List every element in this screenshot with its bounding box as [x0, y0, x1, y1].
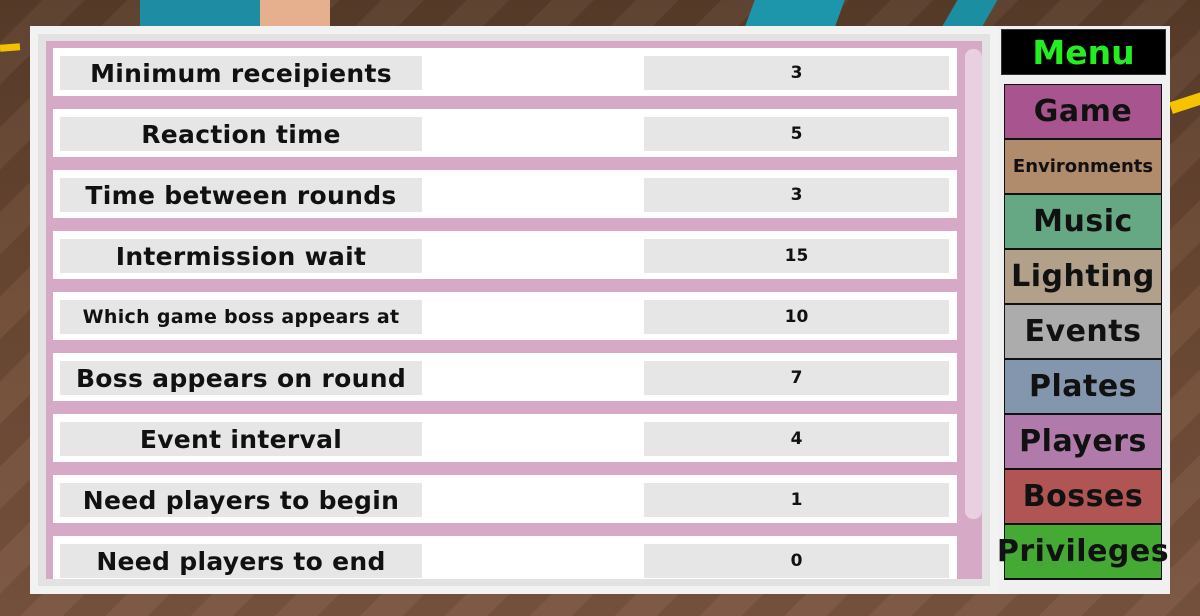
- setting-value-input[interactable]: 10: [644, 300, 949, 334]
- scene-decoration: [140, 0, 260, 26]
- setting-label: Which game boss appears at: [60, 300, 422, 334]
- menu-item-game[interactable]: Game: [1005, 85, 1161, 140]
- setting-value-input[interactable]: 3: [644, 178, 949, 212]
- setting-label: Intermission wait: [60, 239, 422, 273]
- menu-item-music[interactable]: Music: [1005, 195, 1161, 250]
- menu-item-lighting[interactable]: Lighting: [1005, 250, 1161, 305]
- setting-label: Reaction time: [60, 117, 422, 151]
- menu-item-environments[interactable]: Environments: [1005, 140, 1161, 195]
- setting-row: Boss appears on round 7: [53, 353, 957, 401]
- scrollbar-thumb[interactable]: [965, 49, 982, 519]
- menu-item-plates[interactable]: Plates: [1005, 360, 1161, 415]
- scene-decoration: [0, 43, 21, 52]
- menu-item-privileges[interactable]: Privileges: [997, 525, 1169, 580]
- setting-label: Boss appears on round: [60, 361, 422, 395]
- scene-decoration: [745, 0, 845, 26]
- setting-label: Minimum receipients: [60, 56, 422, 90]
- scene-decoration: [1169, 90, 1200, 114]
- setting-row: Need players to end 0: [53, 536, 957, 579]
- setting-row: Which game boss appears at 10: [53, 292, 957, 340]
- menu-item-events[interactable]: Events: [1005, 305, 1161, 360]
- setting-row: Minimum receipients 3: [53, 48, 957, 96]
- setting-row: Intermission wait 15: [53, 231, 957, 279]
- settings-list: Minimum receipients 3 Reaction time 5 Ti…: [46, 41, 982, 579]
- setting-row: Time between rounds 3: [53, 170, 957, 218]
- menu-item-bosses[interactable]: Bosses: [1005, 470, 1161, 525]
- setting-row: Need players to begin 1: [53, 475, 957, 523]
- scene-decoration: [942, 0, 998, 26]
- setting-label: Need players to begin: [60, 483, 422, 517]
- scene-character: [260, 0, 330, 26]
- setting-row: Event interval 4: [53, 414, 957, 462]
- setting-value-input[interactable]: 4: [644, 422, 949, 456]
- setting-label: Need players to end: [60, 544, 422, 578]
- setting-value-input[interactable]: 5: [644, 117, 949, 151]
- setting-value-input[interactable]: 7: [644, 361, 949, 395]
- menu-list: Game Environments Music Lighting Events …: [997, 84, 1169, 580]
- setting-value-input[interactable]: 3: [644, 56, 949, 90]
- setting-value-input[interactable]: 0: [644, 544, 949, 578]
- setting-value-input[interactable]: 15: [644, 239, 949, 273]
- menu-item-players[interactable]: Players: [1005, 415, 1161, 470]
- setting-row: Reaction time 5: [53, 109, 957, 157]
- setting-label: Event interval: [60, 422, 422, 456]
- setting-value-input[interactable]: 1: [644, 483, 949, 517]
- setting-label: Time between rounds: [60, 178, 422, 212]
- menu-title: Menu: [1001, 29, 1166, 75]
